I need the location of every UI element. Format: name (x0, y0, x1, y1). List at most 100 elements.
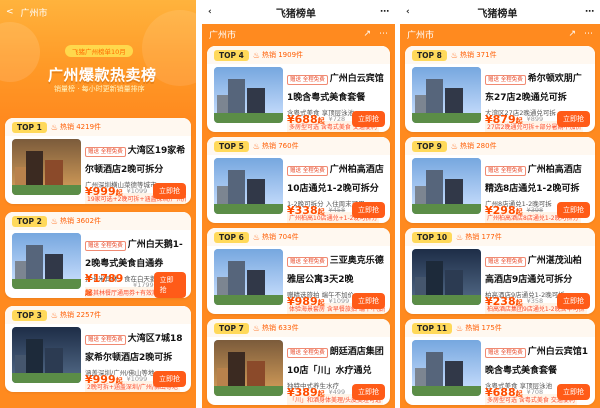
back-icon[interactable]: ‹ (208, 7, 212, 17)
original-price: ¥458 (328, 206, 346, 214)
city-selector[interactable]: 广州市 (209, 28, 236, 41)
promo-tag: 赠送 全程免费 (85, 147, 126, 157)
product-card[interactable]: TOP 10 ♨ 热销 177件 赠送 全程免费 广州湛茂汕柏高酒店9店通兑可拆分 柏高… (405, 228, 595, 314)
price-row: ¥238起 ¥358 立即抢 (485, 293, 590, 309)
current-price: ¥989起 (287, 294, 325, 308)
buy-button[interactable]: 立即抢 (352, 111, 385, 127)
product-image[interactable] (214, 158, 283, 214)
product-card[interactable]: TOP 11 ♨ 热销 175件 赠送 全程免费 广州白云宾馆1晚含粤式美食套餐 含粤式… (405, 319, 595, 405)
product-image[interactable] (412, 158, 481, 214)
share-icon[interactable]: ↗ (568, 29, 576, 39)
original-price: ¥1799 (132, 281, 154, 289)
price-row: ¥999起 ¥1099 立即抢 (85, 371, 186, 387)
card-header: TOP 7 ♨ 热销 633件 (207, 319, 390, 337)
current-price: ¥999起 (85, 372, 123, 386)
promo-tag: 赠送 全程免费 (485, 257, 526, 267)
price-row: ¥879起 ¥899 立即抢 (485, 111, 590, 127)
product-info: 赠送 全程免费 大湾区19家希尔顿酒店2晚可拆分 广州深圳横山菜德等城市 19家可… (85, 138, 186, 204)
product-image[interactable] (412, 67, 481, 123)
current-price: ¥688起 (485, 385, 523, 399)
share-icon[interactable]: ↗ (363, 29, 371, 39)
product-image[interactable] (412, 340, 481, 396)
rank-badge: TOP 3 (12, 309, 47, 321)
rank-badge: TOP 5 (214, 140, 249, 152)
fire-icon: ♨ (252, 141, 260, 151)
city-bar: 广州市 ↗ ⋯ (400, 24, 600, 44)
buy-button[interactable]: 立即抢 (557, 384, 590, 400)
hot-sales: ♨ 热销 371件 (450, 50, 497, 60)
current-price: ¥298起 (485, 203, 523, 217)
card-header: TOP 5 ♨ 热销 760件 (207, 137, 390, 155)
card-header: TOP 10 ♨ 热销 177件 (405, 228, 595, 246)
promo-tag: 赠送 全程免费 (85, 241, 126, 251)
product-info: 赠送 全程免费 希尔顿欢朋广东27店2晚通兑可拆 大湾区27店2晚通兑可拆 27店2晚… (485, 66, 590, 132)
card-header: TOP 1 ♨ 热销 4219件 (5, 118, 191, 136)
price-row: ¥1789起 ¥1799 立即抢 (85, 272, 186, 298)
product-image[interactable] (214, 67, 283, 123)
buy-button[interactable]: 立即抢 (352, 384, 385, 400)
card-header: TOP 8 ♨ 热销 371件 (405, 46, 595, 64)
original-price: ¥499 (328, 388, 346, 396)
fire-icon: ♨ (252, 50, 260, 60)
more-icon[interactable]: ⋯ (380, 7, 389, 17)
product-info: 赠送 全程免费 广州湛茂汕柏高酒店9店通兑可拆分 柏高酒店9店通兑1-2晚可拆 柏高酒… (485, 248, 590, 314)
city-selector[interactable]: 广州市 (21, 6, 48, 19)
page-title: 广州爆款热卖榜 (48, 66, 157, 84)
hero-banner: < 广州市 飞猪广州榜单10月 广州爆款热卖榜 销量榜 · 每小时更新销量排序 (0, 0, 196, 118)
rank-badge: TOP 9 (412, 140, 447, 152)
product-card[interactable]: TOP 9 ♨ 热销 280件 赠送 全程免费 广州柏高酒店精选8店通兑1-2晚可拆广… (405, 137, 595, 223)
promo-tag: 赠送 全程免费 (485, 75, 526, 85)
menu-icon[interactable]: ⋯ (379, 29, 388, 39)
buy-button[interactable]: 立即抢 (153, 272, 186, 298)
product-image[interactable] (214, 249, 283, 305)
product-card[interactable]: TOP 4 ♨ 热销 1909件 赠送 全程免费 广州白云宾馆1晚含粤式美食套餐 含粤式… (207, 46, 390, 132)
promo-tag: 赠送 全程免费 (287, 166, 328, 176)
product-card[interactable]: TOP 3 ♨ 热销 2257件 赠送 全程免费 大湾区7城18家希尔顿酒店2晚可拆 … (5, 306, 191, 392)
product-image[interactable] (214, 340, 283, 396)
buy-button[interactable]: 立即抢 (153, 371, 186, 387)
menu-icon[interactable]: ⋯ (584, 29, 593, 39)
page-title: 飞猪榜单 (275, 8, 316, 20)
product-info: 赠送 全程免费 广州白云宾馆1晚含粤式美食套餐 含粤式美食 享顶层泳池 多房型可选 含… (485, 339, 590, 405)
original-price: ¥899 (526, 115, 544, 123)
product-info: 赠送 全程免费 广州柏高酒店精选8店通兑1-2晚可拆 广州8店通兑1-2晚可拆 广州柏… (485, 157, 590, 223)
buy-button[interactable]: 立即抢 (557, 202, 590, 218)
product-card[interactable]: TOP 8 ♨ 热销 371件 赠送 全程免费 希尔顿欢朋广东27店2晚通兑可拆 大湾区… (405, 46, 595, 132)
original-price: ¥708 (526, 388, 544, 396)
panel-middle: ‹ 飞猪榜单 ⋯ 广州市 ↗ ⋯ TOP 4 ♨ 热销 1909件 赠送 全程免费 广州白云宾… (202, 0, 395, 408)
buy-button[interactable]: 立即抢 (557, 293, 590, 309)
product-card[interactable]: TOP 1 ♨ 热销 4219件 赠送 全程免费 大湾区19家希尔顿酒店2晚可拆分 广… (5, 118, 191, 204)
back-icon[interactable]: ‹ (406, 7, 410, 17)
product-image[interactable] (12, 233, 81, 289)
fire-icon: ♨ (50, 216, 58, 226)
current-price: ¥338起 (287, 203, 325, 217)
rank-badge: TOP 6 (214, 231, 249, 243)
buy-button[interactable]: 立即抢 (153, 183, 186, 199)
price-row: ¥688起 ¥708 立即抢 (485, 384, 590, 400)
panel-left: < 广州市 飞猪广州榜单10月 广州爆款热卖榜 销量榜 · 每小时更新销量排序 … (0, 0, 196, 408)
original-price: ¥1099 (126, 375, 148, 383)
buy-button[interactable]: 立即抢 (352, 202, 385, 218)
top-nav: ‹ 飞猪榜单 ⋯ (202, 0, 395, 24)
product-info: 赠送 全程免费 广州白天鹅1-2晚粤式美食自通券 打卡米其林，食在白天鹅 米其林餐… (85, 232, 186, 298)
card-header: TOP 3 ♨ 热销 2257件 (5, 306, 191, 324)
hot-sales: ♨ 热销 4219件 (50, 122, 102, 132)
product-card[interactable]: TOP 5 ♨ 热销 760件 赠送 全程免费 广州柏高酒店10店通兑1-2晚可拆分 1… (207, 137, 390, 223)
city-selector[interactable]: 广州市 (407, 28, 434, 41)
product-image[interactable] (412, 249, 481, 305)
product-image[interactable] (12, 139, 81, 195)
product-card[interactable]: TOP 2 ♨ 热销 3602件 赠送 全程免费 广州白天鹅1-2晚粤式美食自通券 打… (5, 212, 191, 298)
rank-badge: TOP 2 (12, 215, 47, 227)
back-icon[interactable]: < (6, 7, 14, 17)
current-price: ¥688起 (287, 112, 325, 126)
product-card[interactable]: TOP 7 ♨ 热销 633件 赠送 全程免费 朗廷酒店集团10店「川」水疗通兑 独特中… (207, 319, 390, 405)
rank-badge: TOP 11 (412, 322, 453, 334)
original-price: ¥358 (526, 297, 544, 305)
buy-button[interactable]: 立即抢 (557, 111, 590, 127)
more-icon[interactable]: ⋯ (585, 7, 594, 17)
buy-button[interactable]: 立即抢 (352, 293, 385, 309)
product-card[interactable]: TOP 6 ♨ 热销 704件 赠送 全程免费 三亚奥克乐德雅居公寓3天2晚 赠精选旅拍… (207, 228, 390, 314)
panel-right: ‹ 飞猪榜单 ⋯ 广州市 ↗ ⋯ TOP 8 ♨ 热销 371件 赠送 全程免费 希尔顿欢朋广… (400, 0, 600, 408)
hero-subtitle: 销量榜 · 每小时更新销量排序 (54, 85, 145, 93)
product-image[interactable] (12, 327, 81, 383)
